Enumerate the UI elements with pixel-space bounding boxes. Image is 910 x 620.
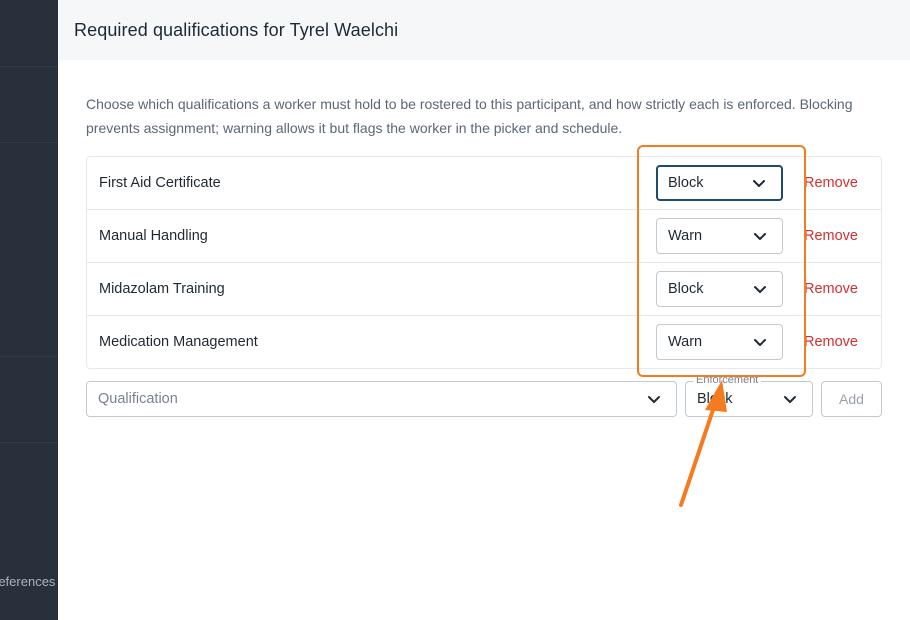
list-item: Medication Management Warn Remove [87,316,881,368]
enforcement-value: Warn [668,334,703,350]
qualification-placeholder: Qualification [98,391,178,407]
add-qualification-form: Qualification Block Enforcement Add [86,374,882,417]
qualifications-drawer: Required qualifications for Tyrel Waelch… [58,0,910,620]
chevron-down-icon [648,396,660,403]
chevron-down-icon [754,233,766,240]
enforcement-value: Block [668,175,704,191]
sidebar-item-label[interactable]: references [0,574,55,589]
chevron-down-icon [754,286,766,293]
list-item: Midazolam Training Block Remove [87,263,881,316]
qualification-name: Manual Handling [99,228,208,244]
remove-button[interactable]: Remove [804,175,858,191]
remove-button[interactable]: Remove [804,281,858,297]
remove-button[interactable]: Remove [804,334,858,350]
add-button[interactable]: Add [821,381,882,417]
enforcement-select[interactable]: Warn [656,218,783,254]
qualification-name: Midazolam Training [99,281,225,297]
sidebar-divider [0,66,58,67]
enforcement-select[interactable]: Block [656,165,783,201]
enforcement-value: Block [697,391,733,407]
sidebar-divider [0,356,58,357]
qualification-name: First Aid Certificate [99,175,221,191]
enforcement-select[interactable]: Warn [656,324,783,360]
drawer-description: Choose which qualifications a worker mus… [86,96,853,136]
enforcement-select[interactable]: Block [656,271,783,307]
sidebar-divider [0,142,58,143]
sidebar-divider [0,442,58,443]
qualification-list: First Aid Certificate Block Remove Manua… [86,156,882,369]
list-item: Manual Handling Warn Remove [87,210,881,263]
qualification-name: Medication Management [99,334,258,350]
app-sidebar-backdrop: references [0,0,58,620]
enforcement-field-label: Enforcement [693,374,762,386]
chevron-down-icon [784,396,796,403]
list-item: First Aid Certificate Block Remove [87,157,881,210]
drawer-header: Required qualifications for Tyrel Waelch… [58,0,910,60]
chevron-down-icon [754,339,766,346]
qualification-select[interactable]: Qualification [86,381,677,417]
chevron-down-icon [753,180,765,187]
enforcement-value: Block [668,281,704,297]
page-title: Required qualifications for Tyrel Waelch… [74,19,399,40]
remove-button[interactable]: Remove [804,228,858,244]
enforcement-value: Warn [668,228,703,244]
new-enforcement-select[interactable]: Block [685,381,813,417]
